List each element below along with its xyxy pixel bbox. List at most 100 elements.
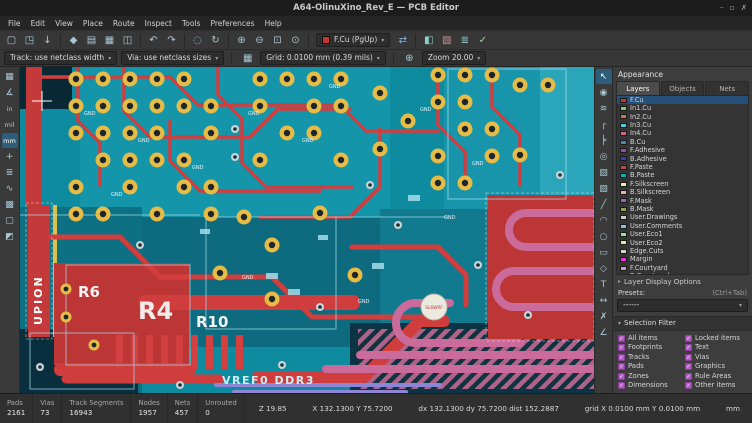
route-tracks-button[interactable]: ┌ <box>596 117 612 132</box>
draw-rectangle-button[interactable]: ▭ <box>596 245 612 260</box>
track-width-selector[interactable]: Track: use netclass width ▾ <box>4 51 117 65</box>
layer-row-margin[interactable]: Margin <box>617 255 748 263</box>
layer-row-in4-cu[interactable]: In4.Cu <box>617 130 748 138</box>
ratsnest-visibility-button[interactable]: ≣ <box>2 165 18 180</box>
footprint-editor-button[interactable]: ◧ <box>420 32 437 48</box>
layer-color-swatch[interactable] <box>620 198 627 203</box>
polar-coordinates-button[interactable]: ∡ <box>2 85 18 100</box>
draw-zone-button[interactable]: ▨ <box>596 165 612 180</box>
filter-pads[interactable]: ✓Pads <box>618 363 683 370</box>
layer-color-swatch[interactable] <box>620 173 627 178</box>
layer-row-f-courtyard[interactable]: F.Courtyard <box>617 264 748 272</box>
layer-color-swatch[interactable] <box>620 232 627 237</box>
undo-button[interactable]: ↶ <box>145 32 162 48</box>
layer-row-in3-cu[interactable]: In3.Cu <box>617 121 748 129</box>
checkbox[interactable]: ✓ <box>618 363 625 370</box>
checkbox[interactable]: ✓ <box>618 354 625 361</box>
units-mm-button[interactable]: mm <box>2 133 18 148</box>
filter-vias[interactable]: ✓Vias <box>685 354 747 361</box>
refresh-button[interactable]: ↻ <box>207 32 224 48</box>
menu-view[interactable]: View <box>50 17 78 30</box>
menu-inspect[interactable]: Inspect <box>140 17 177 30</box>
layer-color-swatch[interactable] <box>620 131 627 136</box>
layer-color-swatch[interactable] <box>620 156 627 161</box>
checkbox[interactable]: ✓ <box>685 363 692 370</box>
layer-row-b-paste[interactable]: B.Paste <box>617 172 748 180</box>
checkbox[interactable]: ✓ <box>685 344 692 351</box>
layer-row-edge-cuts[interactable]: Edge.Cuts <box>617 247 748 255</box>
select-tool-button[interactable]: ↖ <box>596 69 612 84</box>
plot-button[interactable]: ◫ <box>119 32 136 48</box>
zoom-out-button[interactable]: ⊖ <box>251 32 268 48</box>
layer-color-swatch[interactable] <box>620 224 627 229</box>
delete-tool-button[interactable]: ✗ <box>596 309 612 324</box>
layer-row-f-cu[interactable]: F.Cu <box>617 96 748 104</box>
draw-arc-button[interactable]: ◠ <box>596 213 612 228</box>
zoom-in-button[interactable]: ⊕ <box>233 32 250 48</box>
filter-locked-items[interactable]: ✓Locked items <box>685 335 747 342</box>
pcb-canvas[interactable]: SL6WRF GNDGND GNDGND GNDGND GNDGND GNDGN… <box>20 67 594 393</box>
layer-color-swatch[interactable] <box>620 257 627 262</box>
layer-color-swatch[interactable] <box>620 240 627 245</box>
print-button[interactable]: ▦ <box>101 32 118 48</box>
zoom-selection-button[interactable]: ⊙ <box>287 32 304 48</box>
highlight-net-button[interactable]: ◉ <box>596 85 612 100</box>
layer-row-f-silkscreen[interactable]: F.Silkscreen <box>617 180 748 188</box>
menu-preferences[interactable]: Preferences <box>205 17 259 30</box>
filter-zones[interactable]: ✓Zones <box>618 373 683 380</box>
layer-row-b-silkscreen[interactable]: B.Silkscreen <box>617 188 748 196</box>
local-ratsnest-button[interactable]: ≋ <box>596 101 612 116</box>
add-text-button[interactable]: T <box>596 277 612 292</box>
layer-color-swatch[interactable] <box>620 207 627 212</box>
layer-color-swatch[interactable] <box>620 123 627 128</box>
redo-button[interactable]: ↷ <box>163 32 180 48</box>
grid-selector[interactable]: Grid: 0.0100 mm (0.39 mils) ▾ <box>260 51 386 65</box>
layer-color-swatch[interactable] <box>620 98 627 103</box>
checkbox[interactable]: ✓ <box>618 373 625 380</box>
grid-settings-icon[interactable]: ▦ <box>239 50 256 66</box>
layer-row-user-drawings[interactable]: User.Drawings <box>617 213 748 221</box>
layer-color-swatch[interactable] <box>620 266 627 271</box>
filter-other-items[interactable]: ✓Other items <box>685 382 747 389</box>
menu-file[interactable]: File <box>3 17 26 30</box>
checkbox[interactable]: ✓ <box>685 382 692 389</box>
units-inches-button[interactable]: in <box>2 101 18 116</box>
filter-dimensions[interactable]: ✓Dimensions <box>618 382 683 389</box>
layer-row-f-adhesive[interactable]: F.Adhesive <box>617 146 748 154</box>
menu-help[interactable]: Help <box>260 17 287 30</box>
zone-fill-display-button[interactable]: ▩ <box>2 197 18 212</box>
update-pcb-from-schematic-button[interactable]: ⇄ <box>394 32 411 48</box>
layer-row-in1-cu[interactable]: In1.Cu <box>617 104 748 112</box>
active-layer-selector[interactable]: F.Cu (PgUp) ▾ <box>316 33 390 47</box>
menu-route[interactable]: Route <box>108 17 140 30</box>
grid-toggle-button[interactable]: ▦ <box>2 69 18 84</box>
layer-row-user-eco1[interactable]: User.Eco1 <box>617 230 748 238</box>
layer-row-user-comments[interactable]: User.Comments <box>617 222 748 230</box>
selection-filter-header[interactable]: ▾ Selection Filter <box>613 317 752 331</box>
filter-text[interactable]: ✓Text <box>685 344 747 351</box>
layer-row-in2-cu[interactable]: In2.Cu <box>617 113 748 121</box>
checkbox[interactable]: ✓ <box>685 354 692 361</box>
checkbox[interactable]: ✓ <box>618 344 625 351</box>
draw-circle-button[interactable]: ○ <box>596 229 612 244</box>
tab-layers[interactable]: Layers <box>616 81 660 95</box>
curved-ratsnest-button[interactable]: ∿ <box>2 181 18 196</box>
checkbox[interactable]: ✓ <box>618 335 625 342</box>
via-size-selector[interactable]: Via: use netclass sizes ▾ <box>121 51 224 65</box>
filter-all-items[interactable]: ✓All items <box>618 335 683 342</box>
layer-row-b-cu[interactable]: B.Cu <box>617 138 748 146</box>
presets-selector[interactable]: ------ ▾ <box>617 299 748 312</box>
3d-viewer-button[interactable]: ▧ <box>438 32 455 48</box>
route-diff-pairs-button[interactable]: ╞ <box>596 133 612 148</box>
zoom-selector[interactable]: Zoom 20.00 ▾ <box>422 51 487 65</box>
zone-outline-display-button[interactable]: ▢ <box>2 213 18 228</box>
measure-tool-button[interactable]: ∠ <box>596 325 612 340</box>
place-via-button[interactable]: ◎ <box>596 149 612 164</box>
layer-display-options[interactable]: ▸ Layer Display Options <box>613 275 752 287</box>
layer-color-swatch[interactable] <box>620 140 627 145</box>
menu-place[interactable]: Place <box>78 17 108 30</box>
checkbox[interactable]: ✓ <box>685 373 692 380</box>
page-settings-button[interactable]: ▤ <box>83 32 100 48</box>
layer-color-swatch[interactable] <box>620 182 627 187</box>
layer-color-swatch[interactable] <box>620 215 627 220</box>
